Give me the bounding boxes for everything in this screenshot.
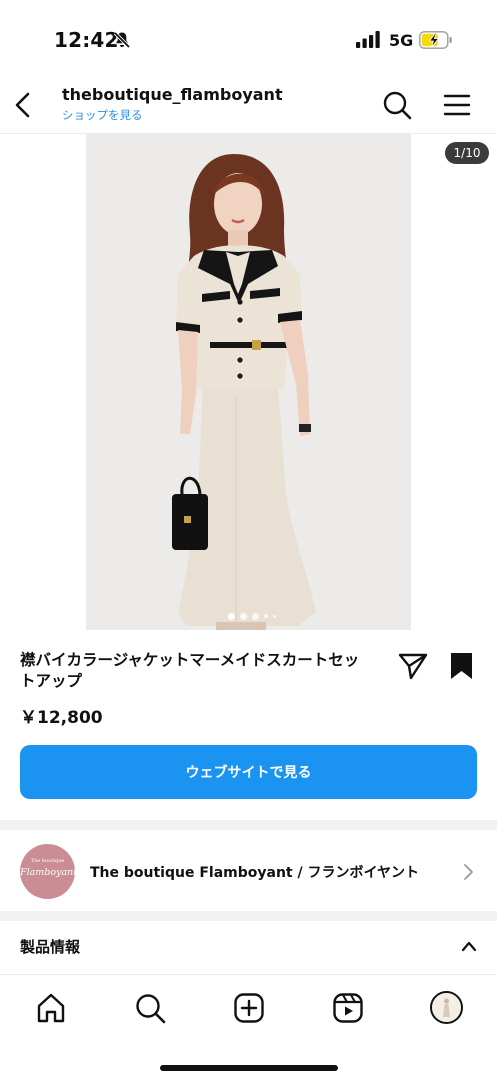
bookmark-icon[interactable] [449,652,474,680]
network-label: 5G [389,31,414,50]
product-photo-illustration [86,134,411,630]
home-indicator [160,1065,338,1071]
chevron-up-icon[interactable] [460,939,478,953]
image-counter: 1/10 [445,142,489,164]
search-icon[interactable] [382,90,412,120]
profile-avatar[interactable] [430,991,463,1024]
product-image[interactable] [86,134,411,630]
menu-icon[interactable] [443,92,471,118]
view-website-button[interactable]: ウェブサイトで見る [20,745,477,799]
create-icon[interactable] [233,992,265,1024]
shop-name[interactable]: theboutique_flamboyant [62,85,283,104]
share-icon[interactable] [398,652,428,680]
carousel-dot [252,612,259,620]
product-info-section[interactable]: 製品情報 [0,921,497,975]
search-icon[interactable] [134,992,166,1024]
battery-charging-icon [419,31,452,49]
section-divider [0,820,497,830]
view-shop-link[interactable]: ショップを見る [62,107,143,123]
signal-icon [356,31,380,48]
carousel-dot [240,612,247,620]
bell-slash-icon [113,31,131,49]
status-time: 12:42 [54,28,119,52]
seller-avatar[interactable]: The boutique Flamboyant [20,844,78,899]
section-divider [0,911,497,921]
carousel-indicator [228,612,276,620]
product-info-title: 製品情報 [20,938,81,956]
profile-figure-icon [432,993,461,1022]
product-price: ￥12,800 [20,708,103,728]
bottom-nav [0,976,497,1080]
status-bar: 12:42 5G [0,0,497,72]
home-icon[interactable] [35,992,67,1024]
avatar-big-text: Flamboyant [20,867,78,878]
reels-icon[interactable] [332,992,364,1024]
app-header: theboutique_flamboyant ショップを見る [0,72,497,134]
product-title: 襟バイカラージャケットマーメイドスカートセットアップ [20,651,360,690]
carousel-dot [264,614,268,618]
carousel-dot [228,612,235,620]
carousel-dot [273,614,276,618]
seller-name[interactable]: The boutique Flamboyant / フランボイヤント [90,862,419,882]
seller-row[interactable]: The boutique Flamboyant The boutique Fla… [0,830,497,912]
chevron-right-icon[interactable] [462,863,474,881]
back-icon[interactable] [12,90,34,120]
avatar-small-text: The boutique [30,858,65,864]
